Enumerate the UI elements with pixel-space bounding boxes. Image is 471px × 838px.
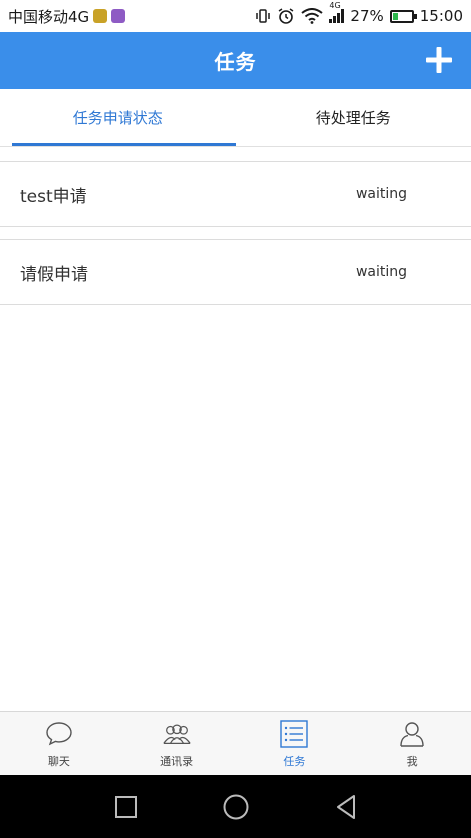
system-nav-bar [0, 775, 471, 838]
task-list-icon [279, 719, 309, 749]
tab-pending-tasks[interactable]: 待处理任务 [236, 89, 471, 146]
nav-label: 任务 [283, 754, 306, 768]
task-status: waiting [355, 264, 407, 280]
tab-label: 待处理任务 [315, 109, 391, 127]
nav-item-contacts[interactable]: 通讯录 [118, 712, 236, 775]
task-row[interactable]: 请假申请 waiting [0, 239, 471, 305]
notification-app-icon-2 [111, 9, 126, 23]
nav-item-chat[interactable]: 聊天 [0, 712, 118, 775]
nav-label: 我 [406, 754, 418, 768]
nav-item-tasks[interactable]: 任务 [236, 712, 354, 775]
recents-button[interactable] [111, 792, 141, 822]
carrier-label: 中国移动4G [8, 7, 90, 26]
alarm-icon [277, 7, 295, 25]
triangle-back-icon [336, 794, 355, 819]
bottom-nav: 聊天 通讯录 任务 我 [0, 711, 471, 775]
home-button[interactable] [221, 792, 251, 822]
app-header: 任务 [0, 32, 471, 89]
task-name: 请假申请 [20, 264, 88, 285]
clock: 15:00 [419, 7, 463, 25]
plus-icon [426, 47, 452, 73]
task-row[interactable]: test申请 waiting [0, 161, 471, 227]
battery-icon [389, 9, 417, 23]
square-icon [114, 795, 137, 818]
battery-percent: 27% [350, 7, 384, 25]
page-title: 任务 [214, 50, 257, 74]
status-bar: 中国移动4G 4G 27% 15:00 [0, 0, 471, 32]
status-right: 4G 27% 15:00 [255, 1, 463, 25]
vibrate-icon [255, 8, 271, 24]
task-tabs: 任务申请状态 待处理任务 [0, 89, 471, 147]
task-name: test申请 [20, 186, 87, 207]
nav-item-me[interactable]: 我 [353, 712, 471, 775]
nav-label: 聊天 [47, 754, 70, 768]
back-button[interactable] [331, 792, 361, 822]
wifi-icon [301, 8, 324, 24]
person-icon [397, 719, 427, 749]
notification-app-icon [93, 9, 108, 23]
chat-bubble-icon [44, 719, 74, 749]
task-status: waiting [355, 186, 407, 202]
cellular-signal-icon: 4G [329, 1, 345, 23]
network-type-label: 4G [329, 1, 341, 10]
circle-icon [223, 794, 248, 819]
status-left: 中国移动4G [8, 6, 126, 27]
tab-label: 任务申请状态 [72, 109, 163, 127]
tab-application-status[interactable]: 任务申请状态 [0, 89, 236, 146]
contacts-icon [162, 719, 192, 749]
add-task-button[interactable] [421, 42, 457, 78]
task-list: test申请 waiting 请假申请 waiting [0, 161, 471, 317]
nav-label: 通讯录 [160, 754, 194, 768]
